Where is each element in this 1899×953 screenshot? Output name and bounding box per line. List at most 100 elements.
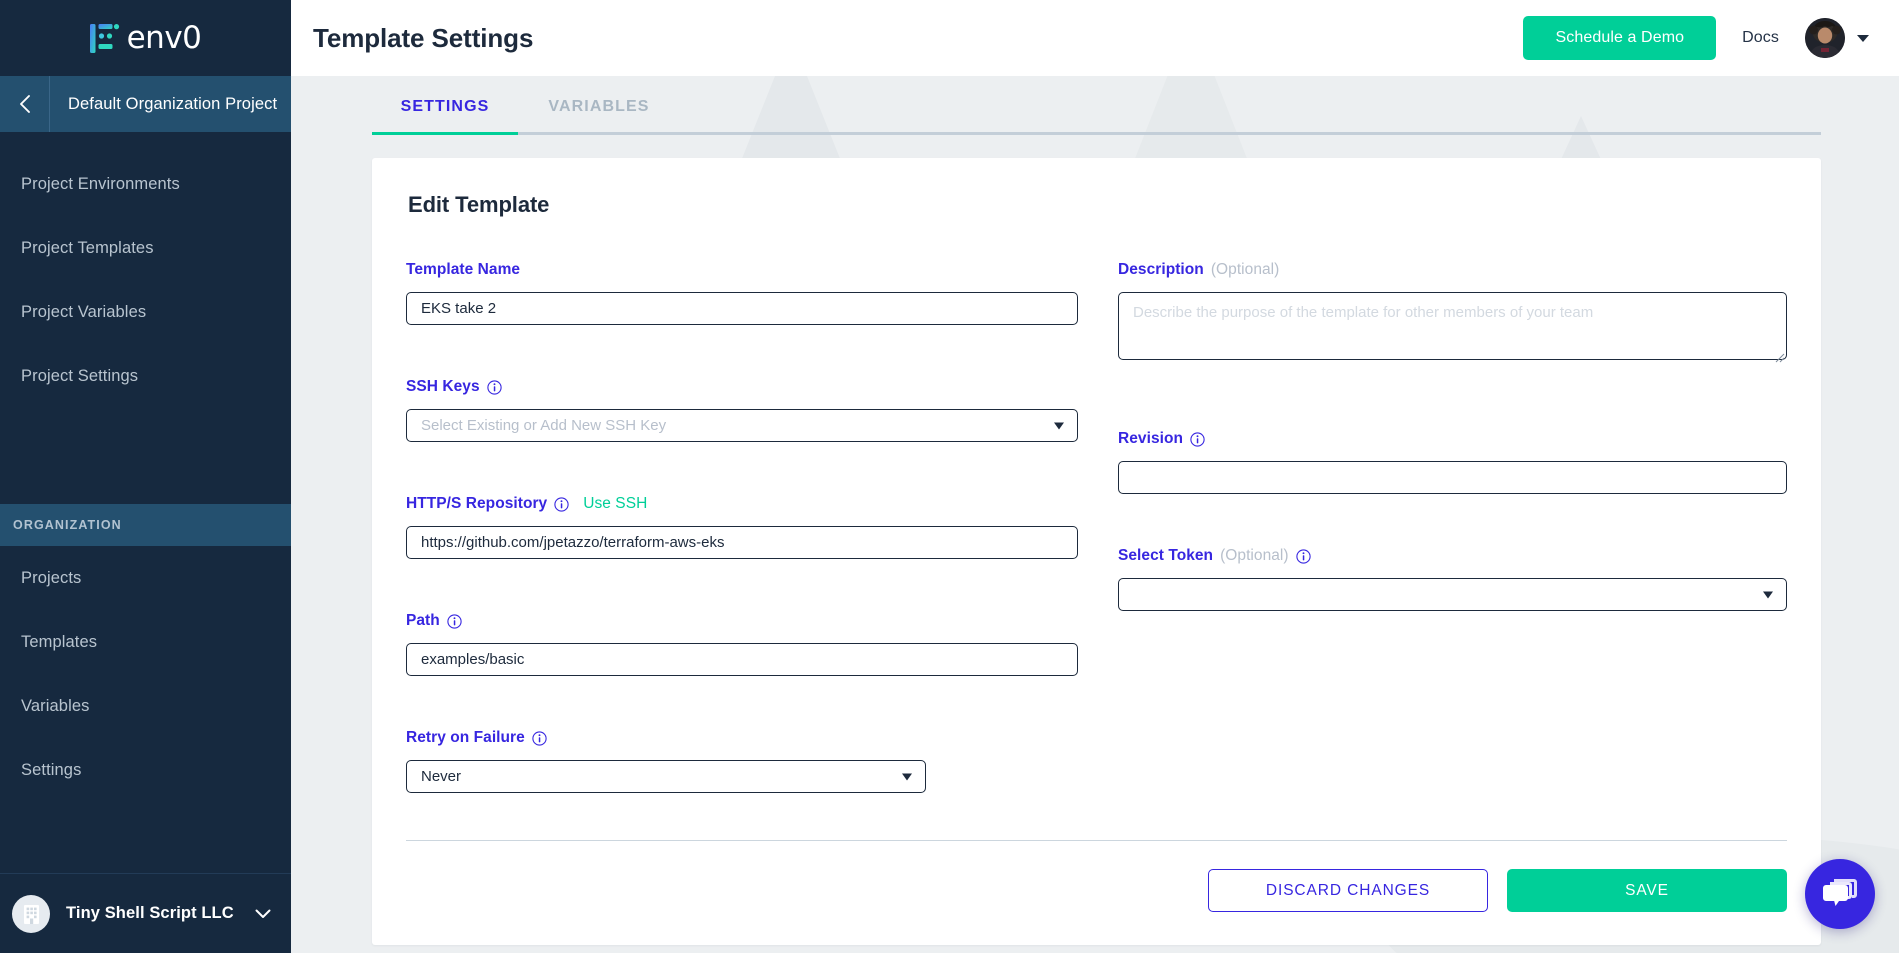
tab-underline-rail: [372, 132, 1821, 135]
docs-link[interactable]: Docs: [1742, 29, 1779, 47]
info-icon[interactable]: [554, 496, 569, 512]
user-avatar: [1805, 18, 1845, 58]
info-glyph: [554, 496, 569, 512]
sidebar-item-label: Settings: [21, 760, 82, 779]
back-button[interactable]: [0, 76, 50, 132]
sidebar-item-projects[interactable]: Projects: [0, 546, 291, 610]
chevron-down-icon: [255, 909, 271, 919]
info-icon[interactable]: [447, 613, 462, 629]
revision-input[interactable]: [1118, 461, 1787, 494]
sidebar-item-project-environments[interactable]: Project Environments: [0, 152, 291, 216]
sidebar: env0 Default Organization Project Projec…: [0, 0, 291, 953]
form-left-column: Template Name SSH Keys: [406, 260, 1078, 793]
field-retry-on-failure: Retry on Failure Never: [406, 728, 1078, 793]
logo-wordmark: env0: [126, 19, 202, 56]
description-textarea[interactable]: [1118, 292, 1787, 360]
top-bar: Template Settings Schedule a Demo Docs: [291, 0, 1899, 76]
path-label-row: Path: [406, 611, 1078, 631]
info-glyph: [1190, 431, 1205, 447]
template-name-label-row: Template Name: [406, 260, 1078, 280]
top-bar-actions: Schedule a Demo Docs: [1523, 16, 1869, 60]
user-menu[interactable]: [1805, 18, 1869, 58]
organization-building-icon: [12, 894, 50, 933]
template-name-label: Template Name: [406, 261, 521, 278]
info-glyph: [447, 613, 462, 629]
sidebar-item-label: Project Templates: [21, 238, 154, 257]
description-label: Description: [1118, 261, 1204, 278]
form-right-column: Description (Optional) Describe the purp…: [1118, 260, 1787, 793]
field-repository: HTTP/S Repository Use SSH: [406, 494, 1078, 559]
info-glyph: [486, 379, 502, 395]
path-input[interactable]: [406, 643, 1078, 676]
project-nav: Project Environments Project Templates P…: [0, 132, 291, 408]
content-area: SETTINGS VARIABLES Edit Template Templat…: [291, 76, 1899, 953]
sidebar-item-label: Templates: [21, 632, 98, 651]
path-label: Path: [406, 612, 440, 629]
revision-label-row: Revision: [1118, 429, 1787, 449]
chat-bubbles-icon: [1823, 879, 1857, 906]
dropdown-caret-icon: [902, 773, 912, 780]
sidebar-item-project-templates[interactable]: Project Templates: [0, 216, 291, 280]
select-token-select[interactable]: [1118, 578, 1787, 611]
retry-on-failure-label: Retry on Failure: [406, 729, 525, 746]
info-icon[interactable]: [1190, 431, 1205, 447]
description-optional-tag: (Optional): [1210, 261, 1280, 278]
sidebar-item-variables[interactable]: Variables: [0, 674, 291, 738]
sidebar-item-settings[interactable]: Settings: [0, 738, 291, 802]
repository-label: HTTP/S Repository: [406, 495, 548, 512]
retry-on-failure-select[interactable]: Never: [406, 760, 926, 793]
retry-on-failure-value: Never: [421, 768, 462, 785]
field-description: Description (Optional): [1118, 260, 1787, 365]
retry-label-row: Retry on Failure: [406, 728, 1078, 748]
edit-template-card: Edit Template Template Name EKS take 2 S…: [372, 158, 1821, 945]
sidebar-item-label: Variables: [21, 696, 90, 715]
sidebar-item-project-settings[interactable]: Project Settings: [0, 344, 291, 408]
description-label-row: Description (Optional): [1118, 260, 1787, 280]
triangle-down-icon: [1857, 34, 1869, 42]
sidebar-item-label: Projects: [21, 568, 82, 587]
tab-settings[interactable]: SETTINGS: [372, 98, 518, 132]
sidebar-item-templates[interactable]: Templates: [0, 610, 291, 674]
save-button[interactable]: SAVE: [1507, 869, 1787, 912]
project-breadcrumb-bar: Default Organization Project: [0, 76, 291, 132]
env0-logo[interactable]: env0: [89, 19, 202, 56]
card-title: Edit Template: [408, 192, 550, 217]
select-token-optional-tag: (Optional): [1220, 547, 1289, 564]
sidebar-item-project-variables[interactable]: Project Variables: [0, 280, 291, 344]
env0-blocks-logo-icon: [89, 23, 119, 53]
chevron-down-glyph: [255, 909, 271, 918]
ssh-keys-select[interactable]: Select Existing or Add New SSH Key: [406, 409, 1078, 442]
repository-label-row: HTTP/S Repository Use SSH: [406, 494, 1078, 514]
ssh-keys-placeholder: Select Existing or Add New SSH Key: [421, 417, 667, 434]
field-template-name: Template Name: [406, 260, 1078, 325]
info-icon[interactable]: [486, 379, 502, 395]
select-token-label-row: Select Token (Optional): [1118, 546, 1787, 566]
sidebar-section-label: ORGANIZATION: [13, 518, 122, 532]
organization-nav: Projects Templates Variables Settings: [0, 546, 291, 802]
use-ssh-link[interactable]: Use SSH: [583, 495, 647, 513]
info-glyph: [1295, 548, 1311, 564]
chevron-left-icon: [20, 95, 30, 113]
sidebar-item-label: Project Variables: [21, 302, 147, 321]
schedule-demo-button[interactable]: Schedule a Demo: [1523, 16, 1717, 60]
info-icon[interactable]: [1295, 548, 1311, 564]
current-project-name: Default Organization Project: [68, 94, 278, 113]
template-form: Template Name SSH Keys: [406, 260, 1787, 793]
info-icon[interactable]: [532, 730, 547, 746]
ssh-keys-label-row: SSH Keys: [406, 377, 1078, 397]
field-select-token: Select Token (Optional): [1118, 546, 1787, 611]
tab-variables[interactable]: VARIABLES: [524, 98, 674, 132]
discard-changes-button[interactable]: DISCARD CHANGES: [1208, 869, 1488, 912]
repository-input[interactable]: [406, 526, 1078, 559]
organization-switcher[interactable]: Tiny Shell Script LLC: [0, 873, 291, 953]
template-name-input[interactable]: [406, 292, 1078, 325]
field-ssh-keys: SSH Keys Select Existing or Add New SSH …: [406, 377, 1078, 442]
ssh-keys-label: SSH Keys: [406, 378, 480, 395]
description-textarea-wrap: [1118, 292, 1787, 365]
chat-widget-button[interactable]: [1805, 859, 1875, 929]
